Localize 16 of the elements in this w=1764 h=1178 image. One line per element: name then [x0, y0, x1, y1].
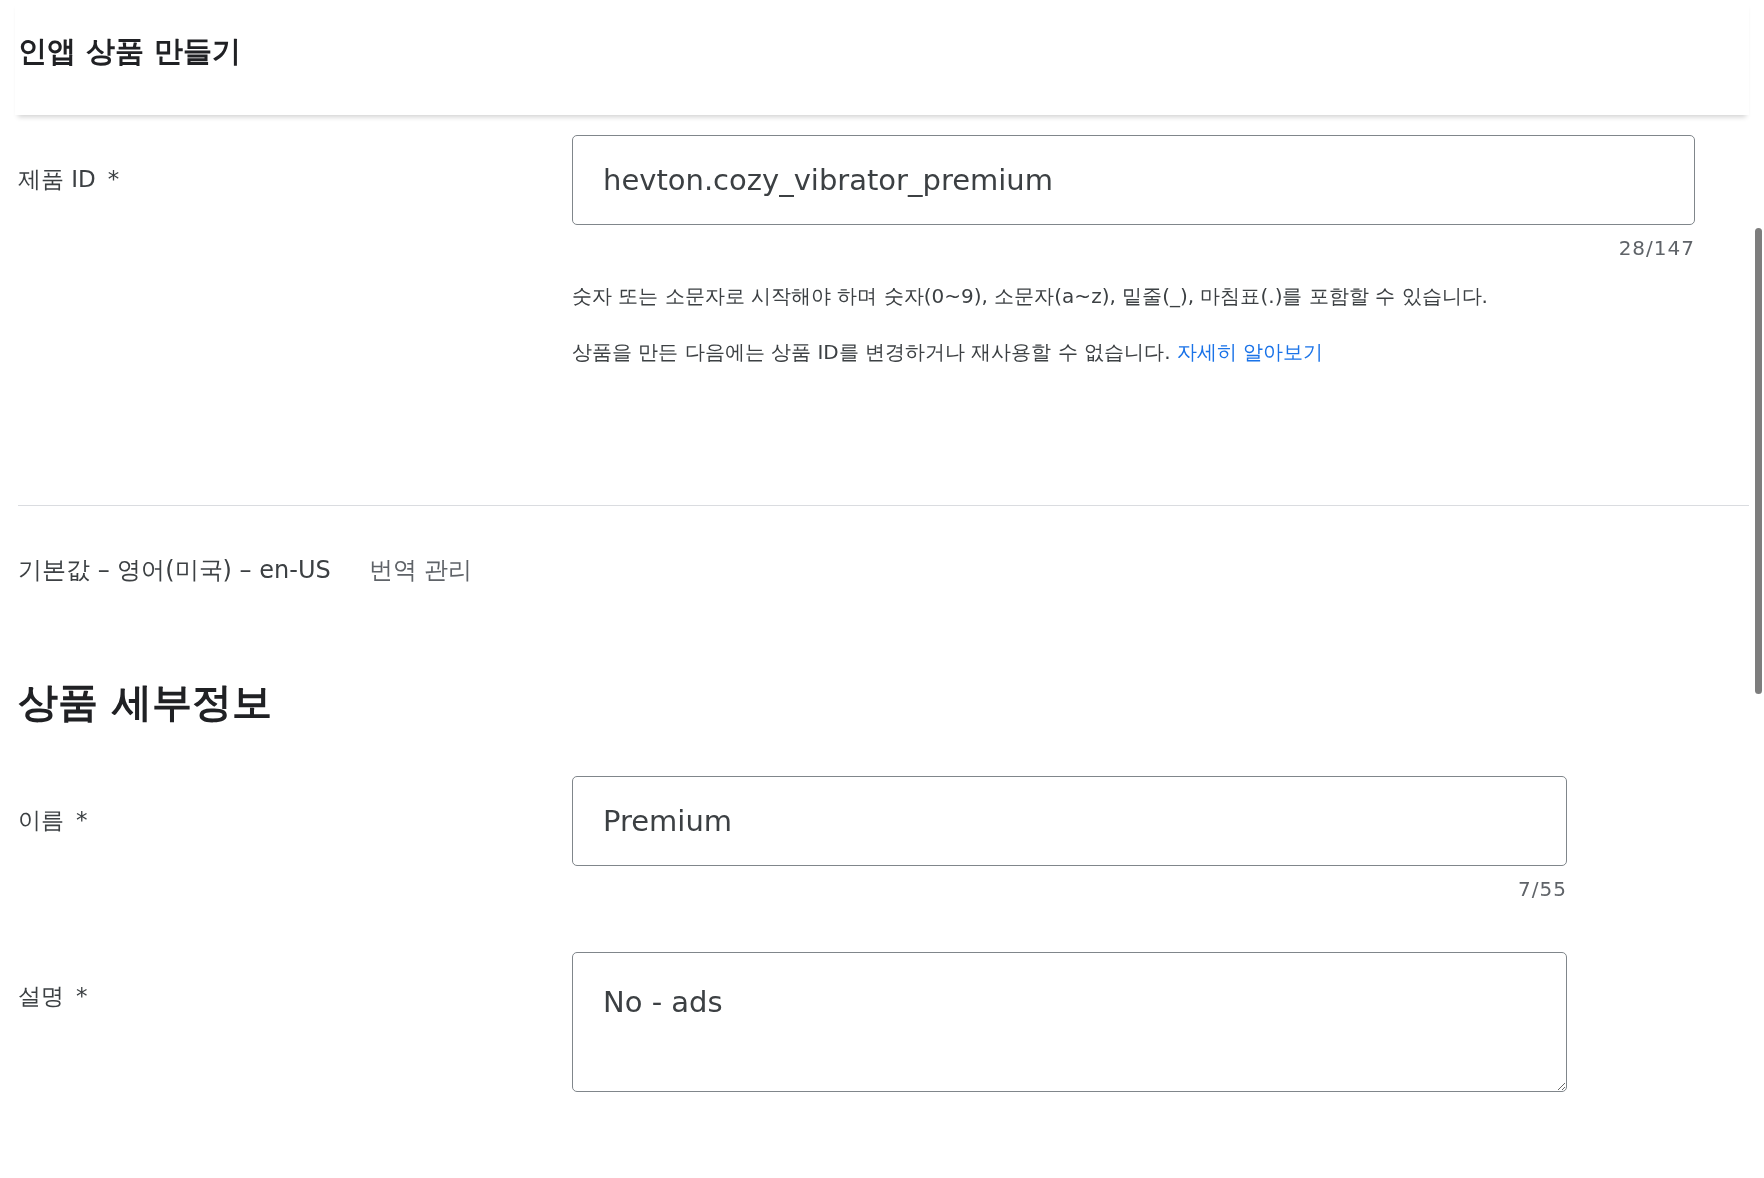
section-heading: 상품 세부정보 [18, 678, 273, 726]
learn-more-link[interactable]: 자세히 알아보기 [1176, 340, 1324, 364]
description-field[interactable]: No - ads [572, 952, 1567, 1092]
name-field[interactable]: Premium [572, 776, 1567, 866]
manage-translations-link[interactable]: 번역 관리 [368, 552, 473, 588]
page-title: 인앱 상품 만들기 [18, 34, 242, 69]
default-language-label: 기본값 – 영어(미국) – en-US [18, 555, 331, 586]
scrollbar[interactable] [1755, 228, 1762, 694]
field-label: 설명 * [18, 982, 89, 1011]
field-label: 이름 * [18, 806, 89, 835]
field-label: 제품 ID * [18, 165, 121, 194]
help-text: 상품을 만든 다음에는 상품 ID를 변경하거나 재사용할 수 없습니다. 자세히 알아보기 [572, 339, 1325, 366]
help-text: 숫자 또는 소문자로 시작해야 하며 숫자(0~9), 소문자(a~z), 밑줄(_), 마침표(.)를 포함할 수 있습니다. [572, 283, 1489, 310]
character-counter: 28/147 [1617, 235, 1695, 262]
product-id-field[interactable]: hevton.cozy_vibrator_premium [572, 135, 1695, 225]
character-counter: 7/55 [1517, 876, 1567, 903]
